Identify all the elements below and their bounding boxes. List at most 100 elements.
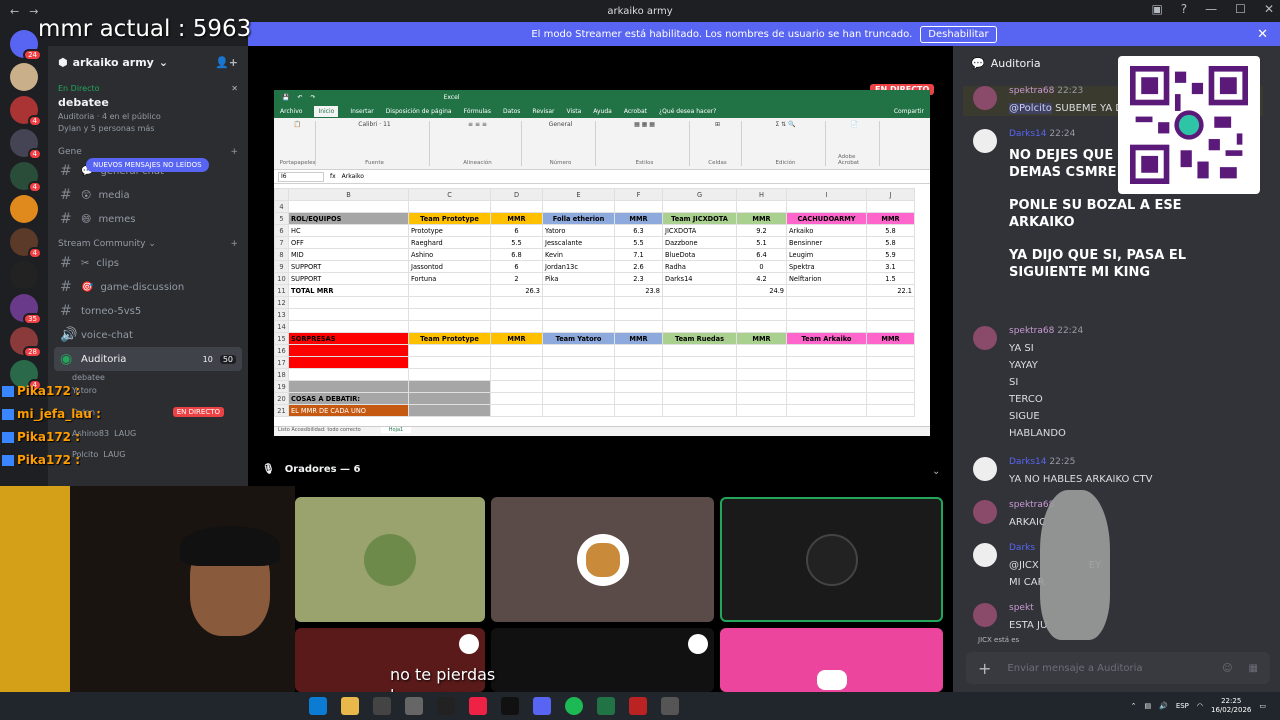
avatar — [973, 603, 997, 627]
excel-titlebar: 💾 ↶ ↷ Excel — [274, 90, 930, 104]
undo-icon[interactable]: ↶ — [297, 94, 302, 101]
server-list: 24 4 4 4 4 35 28 4 — [0, 22, 48, 492]
typing-indicator: JICX está es — [978, 636, 1020, 644]
event-people: Dylan y 5 personas más — [58, 124, 155, 133]
speaker-tile-active[interactable] — [720, 497, 943, 622]
sheet-tab[interactable]: Hoja1 — [380, 427, 412, 433]
network-icon[interactable]: ▤ — [1144, 702, 1151, 710]
mmr-overlay: mmr actual : 5963 — [38, 16, 252, 42]
wifi-icon[interactable]: ◠ — [1197, 702, 1203, 710]
avatar — [973, 500, 997, 524]
stage-moderator-icon — [459, 634, 479, 654]
spotify-icon[interactable] — [565, 697, 583, 715]
channel-memes[interactable]: # 😄 memes — [48, 207, 248, 231]
live-event[interactable]: En Directo ✕ debatee Auditoria · 4 en el … — [58, 84, 238, 133]
volume-icon[interactable]: 🔊 — [1159, 702, 1168, 710]
formula-value[interactable]: Arkaiko — [342, 173, 364, 180]
qr-icon — [1130, 66, 1248, 184]
chevron-down-icon[interactable]: ⌄ — [932, 466, 940, 477]
windows-taskbar: ⌃ ▤ 🔊 ESP ◠ 22:25 16/02/2026 ▭ — [0, 692, 1280, 720]
help-icon[interactable]: ? — [1181, 2, 1187, 16]
excel-icon[interactable] — [597, 697, 615, 715]
app-icon[interactable] — [661, 697, 679, 715]
spreadsheet-grid[interactable]: BCDEFGHIJ 4 5 ROL/EQUIPOS Team Prototype MM… — [274, 188, 915, 417]
notification-icon[interactable]: ▭ — [1259, 702, 1266, 710]
chat-icon — [2, 409, 14, 420]
language[interactable]: ESP — [1176, 702, 1189, 710]
message-input[interactable]: + Enviar mensaje a Auditoria ☺ ▦ — [966, 652, 1270, 684]
server-icon[interactable] — [10, 195, 38, 223]
server-icon[interactable] — [10, 261, 38, 289]
formula-bar[interactable]: I6 fx Arkaiko — [274, 170, 930, 184]
speaker-tile[interactable] — [491, 497, 714, 622]
invite-icon[interactable]: 👤+ — [215, 56, 238, 69]
app-icon[interactable] — [629, 697, 647, 715]
server-icon[interactable]: 28 — [10, 327, 42, 358]
server-icon[interactable]: 35 — [10, 294, 42, 325]
redo-icon[interactable]: ↷ — [311, 94, 316, 101]
hash-icon: # — [60, 255, 72, 271]
speaker-icon: 🔊 — [60, 327, 78, 343]
event-channel: Auditoria — [58, 112, 95, 121]
discord-icon[interactable] — [533, 697, 551, 715]
chevron-down-icon: ⌄ — [158, 55, 169, 69]
avatar — [973, 543, 997, 567]
category-general[interactable]: Gene + — [48, 139, 248, 159]
speaker-tile[interactable] — [491, 628, 714, 692]
hash-icon: # — [60, 211, 72, 227]
speaker-tile[interactable] — [720, 628, 943, 692]
server-header[interactable]: ⬢ arkaiko army ⌄ 👤+ — [48, 46, 248, 78]
chevron-up-icon[interactable]: ⌃ — [1131, 702, 1137, 710]
channel-voice-chat[interactable]: 🔊 voice-chat — [48, 323, 248, 347]
apps-icon[interactable]: ▦ — [1249, 663, 1258, 674]
discord-logo-icon — [816, 670, 847, 690]
avatar — [973, 457, 997, 481]
excel-screen-share[interactable]: 💾 ↶ ↷ Excel Archivo Inicio Insertar Disposi… — [274, 90, 930, 436]
clock[interactable]: 22:25 16/02/2026 — [1211, 697, 1251, 715]
app-icon[interactable] — [405, 697, 423, 715]
chat-icon — [2, 386, 14, 397]
server-icon[interactable]: 4 — [10, 228, 42, 259]
microphone-icon: 🎙 — [262, 464, 275, 475]
tiktok-icon[interactable] — [501, 697, 519, 715]
inbox-icon[interactable]: ▣ — [1151, 2, 1162, 16]
edge-icon[interactable] — [309, 697, 327, 715]
excel-status-bar: Listo Accesibilidad: todo correcto Hoja1 — [274, 426, 930, 436]
maximize-icon[interactable]: ☐ — [1235, 2, 1246, 16]
channel-media[interactable]: # 😲 media — [48, 183, 248, 207]
add-channel-icon[interactable]: + — [230, 147, 238, 157]
file-explorer-icon[interactable] — [341, 697, 359, 715]
emoji-icon[interactable]: ☺ — [1222, 663, 1232, 674]
save-icon[interactable]: 💾 — [282, 94, 289, 101]
server-icon[interactable]: 4 — [10, 96, 42, 127]
channel-game-discussion[interactable]: # 🎯 game-discussion — [48, 275, 248, 299]
server-icon[interactable]: 4 — [10, 162, 42, 193]
chat-icon — [2, 455, 14, 466]
avatar — [805, 533, 858, 586]
chat-bubble-icon: 💬 — [971, 56, 985, 70]
speakers-header: 🎙 Oradores — 6 — [262, 464, 361, 475]
chrome-icon[interactable] — [469, 697, 487, 715]
close-banner-icon[interactable]: ✕ — [1257, 27, 1268, 42]
close-icon[interactable]: ✕ — [1264, 2, 1274, 16]
channel-auditoria[interactable]: ◉ Auditoria 10 50 — [54, 347, 242, 371]
obs-icon[interactable] — [437, 697, 455, 715]
app-icon[interactable] — [373, 697, 391, 715]
new-messages-pill[interactable]: NUEVOS MENSAJES NO LEÍDOS — [86, 158, 209, 172]
add-channel-icon[interactable]: + — [230, 239, 238, 249]
server-icon[interactable]: 4 — [10, 129, 42, 160]
stream-chat-line: mi_jefa_lau : — [2, 407, 101, 421]
speaker-tile[interactable] — [295, 497, 485, 622]
close-icon[interactable]: ✕ — [231, 84, 238, 93]
name-box[interactable]: I6 — [278, 171, 324, 182]
channel-clips[interactable]: # ✂ clips — [48, 251, 248, 275]
category-stream-community[interactable]: Stream Community ⌄ + — [48, 231, 248, 251]
disable-button[interactable]: Deshabilitar — [920, 25, 997, 43]
server-icon[interactable] — [10, 63, 38, 91]
add-attachment-icon[interactable]: + — [978, 659, 991, 678]
avatar — [973, 129, 997, 153]
channel-torneo[interactable]: # torneo-5vs5 — [48, 299, 248, 323]
server-icon[interactable]: 24 — [10, 30, 42, 61]
minimize-icon[interactable]: — — [1205, 2, 1217, 16]
avatar — [364, 533, 416, 586]
